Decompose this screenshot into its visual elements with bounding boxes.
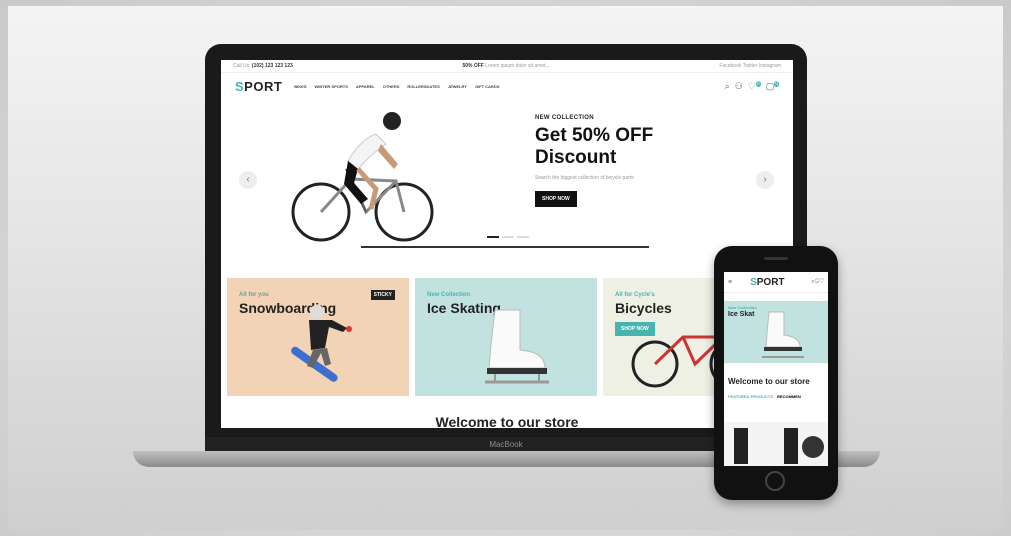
top-bar: Call Us: (102) 123 123 123 50% OFF Lorem… <box>221 60 793 73</box>
hamburger-icon[interactable]: ≡ <box>728 279 732 286</box>
social-links[interactable]: Facebook Twitter Instagram <box>719 63 781 69</box>
headline-line-1: Get 50% OFF <box>535 125 654 146</box>
menu-item-rollerskates[interactable]: ROLLERSKATES <box>407 84 439 89</box>
menu: BIKES WINTER SPORTS APPAREL OTHERS ROLLE… <box>294 84 499 89</box>
cart-icon[interactable]: ▢0 <box>766 80 779 92</box>
main-nav: SPORT BIKES WINTER SPORTS APPAREL OTHERS… <box>221 73 793 99</box>
category-banners: All for you Snowboarding STICKY New Coll… <box>227 278 785 396</box>
phone-logo-initial: S <box>750 276 757 288</box>
call-number[interactable]: (102) 123 123 123 <box>252 63 293 69</box>
tab-recommended[interactable]: RECOMMEN <box>777 394 801 399</box>
hero-headline: Get 50% OFF Discount <box>535 125 735 169</box>
sticky-badge: STICKY <box>370 290 395 300</box>
category-ice-skating[interactable]: New Collection Ice Skating <box>415 278 597 396</box>
nav-icons: ⌕ ⚇ ♡0 ▢0 <box>725 80 779 92</box>
search-icon[interactable]: ⌕ <box>725 81 730 92</box>
logo-initial: S <box>235 78 245 94</box>
slide-dots <box>487 236 529 238</box>
hero-eyebrow: NEW COLLECTION <box>535 115 594 121</box>
phone-hero[interactable]: New Collection Ice Skat <box>724 301 828 363</box>
cyclist-image <box>291 112 434 242</box>
slide-dot-2[interactable] <box>502 236 514 238</box>
shop-now-button[interactable]: SHOP NOW <box>535 191 577 207</box>
hero-subtext: Search the biggest collection of bicycle… <box>535 175 634 181</box>
heart-icon[interactable]: ♡0 <box>748 80 761 92</box>
wishlist-count: 0 <box>755 80 761 87</box>
snowboarder-image <box>291 305 352 382</box>
phone-hero-title: Ice Skat <box>728 311 755 318</box>
menu-item-apparel[interactable]: APPAREL <box>356 84 375 89</box>
phone-hero-tag: New Collection <box>728 305 757 310</box>
phone-screen: ≡ SPORT ⌕⚇♡ New Collection Ice Skat Welc… <box>724 272 828 466</box>
logo[interactable]: SPORT <box>235 79 282 94</box>
phone-mockup: ≡ SPORT ⌕⚇♡ New Collection Ice Skat Welc… <box>714 246 838 500</box>
phone-products <box>724 422 828 466</box>
cart-count: 0 <box>774 80 779 87</box>
phone-logo[interactable]: SPORT <box>750 277 784 288</box>
hero-slider: ‹ › NEW COLLECTION Get 50% OFF Discount <box>221 99 793 259</box>
phone-speaker <box>764 257 788 260</box>
prev-slide-button[interactable]: ‹ <box>239 171 257 189</box>
background: MacBook Call Us: (102) 123 123 123 50% O… <box>0 0 1011 536</box>
phone-tabs: FEATURED PRODUCTS RECOMMEN <box>728 394 828 399</box>
slide-dot-1[interactable] <box>487 236 499 238</box>
phone-welcome: Welcome to our store <box>728 377 810 386</box>
hero-divider <box>361 246 649 248</box>
phone-skate-image <box>762 311 804 358</box>
product-thumb-2[interactable] <box>784 428 798 464</box>
menu-item-others[interactable]: OTHERS <box>383 84 400 89</box>
menu-item-jewelry[interactable]: JEWELRY <box>448 84 467 89</box>
welcome-heading: Welcome to our store <box>435 414 579 428</box>
category-tag: All for you <box>239 292 269 298</box>
logo-rest: PORT <box>244 78 283 94</box>
menu-item-winter-sports[interactable]: WINTER SPORTS <box>315 84 348 89</box>
phone-icons[interactable]: ⌕⚇♡ <box>811 279 824 286</box>
menu-item-gift-cards[interactable]: GIFT CARDS <box>475 84 499 89</box>
ice-skate-image <box>485 309 549 384</box>
phone-logo-rest: PORT <box>756 276 785 288</box>
headline-line-2: Discount <box>535 147 617 168</box>
hero-text: NEW COLLECTION Get 50% OFF Discount Sear… <box>535 115 735 207</box>
phone-nav: ≡ SPORT ⌕⚇♡ <box>724 272 828 293</box>
tab-featured-products[interactable]: FEATURED PRODUCTS <box>728 394 773 399</box>
laptop-screen: Call Us: (102) 123 123 123 50% OFF Lorem… <box>221 60 793 428</box>
next-slide-button[interactable]: › <box>756 171 774 189</box>
promo-desc: Lorem ipsum dolor sit amet... <box>485 63 550 69</box>
promo-text: 50% OFF Lorem ipsum dolor sit amet... <box>462 63 549 69</box>
menu-item-bikes[interactable]: BIKES <box>294 84 306 89</box>
product-thumb-3[interactable] <box>802 436 824 458</box>
call-label: Call Us: <box>233 63 251 69</box>
call-info: Call Us: (102) 123 123 123 <box>233 63 293 69</box>
category-tag: All for Cycle's <box>615 292 655 298</box>
user-icon[interactable]: ⚇ <box>735 81 743 92</box>
category-tag: New Collection <box>427 292 471 298</box>
home-button[interactable] <box>765 471 785 491</box>
slide-dot-3[interactable] <box>517 236 529 238</box>
category-snowboarding[interactable]: All for you Snowboarding STICKY <box>227 278 409 396</box>
product-thumb-1[interactable] <box>734 428 748 464</box>
promo-bold: 50% OFF <box>462 63 484 69</box>
